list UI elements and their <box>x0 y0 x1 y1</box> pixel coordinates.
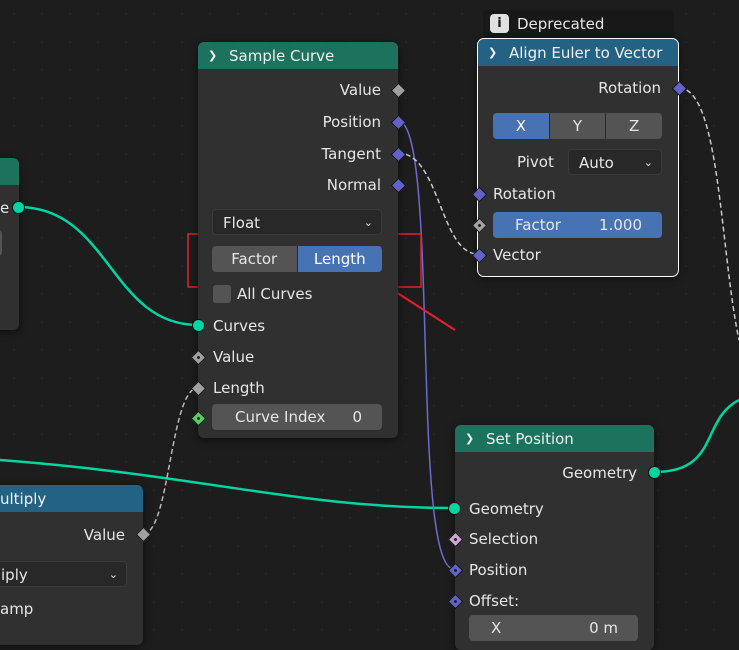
set-position-node[interactable]: ❯ Set Position Geometry Geometry Selecti… <box>455 425 654 650</box>
all-curves-checkbox[interactable] <box>213 285 231 303</box>
input-curves-socket[interactable] <box>192 319 205 332</box>
mode-selector[interactable]: Factor Length <box>212 246 382 272</box>
sample-curve-title: Sample Curve <box>229 46 335 65</box>
input-offset-label: Offset: <box>469 592 520 610</box>
link-position <box>397 120 455 570</box>
collapse-chevron-icon[interactable]: ❯ <box>488 46 502 59</box>
pivot-label: Pivot <box>517 153 554 171</box>
multiply-header: ultiply <box>0 485 143 512</box>
align-euler-title: Align Euler to Vector <box>509 43 663 62</box>
input-vector-label: Vector <box>493 246 541 264</box>
pivot-value: Auto <box>579 154 614 172</box>
set-position-output-socket[interactable] <box>648 466 661 479</box>
left-node-header <box>0 158 19 185</box>
link-set-position-out <box>653 398 739 474</box>
link-rotation-out <box>678 87 739 341</box>
chevron-down-icon: ⌄ <box>363 216 373 229</box>
multiply-clamp-label: amp <box>0 600 34 618</box>
all-curves-label: All Curves <box>237 285 313 303</box>
input-geometry-label: Geometry <box>469 500 544 518</box>
input-selection-label: Selection <box>469 530 539 548</box>
output-normal-label: Normal <box>326 176 381 194</box>
set-position-header[interactable]: ❯ Set Position <box>455 425 654 452</box>
multiply-node[interactable]: ultiply Value iply ⌄ amp <box>0 485 143 645</box>
chevron-down-icon: ⌄ <box>643 156 653 169</box>
factor-label: Factor <box>515 216 561 234</box>
link-tangent-vector <box>397 152 479 255</box>
mode-length-button[interactable]: Length <box>297 246 382 272</box>
axis-y-button[interactable]: Y <box>549 113 607 139</box>
mode-factor-button[interactable]: Factor <box>212 246 298 272</box>
left-partial-node[interactable]: e <box>0 158 19 330</box>
pivot-dropdown[interactable]: Auto ⌄ <box>568 149 662 175</box>
input-rotation-label: Rotation <box>493 185 556 203</box>
data-type-value: Float <box>223 214 261 232</box>
set-position-title: Set Position <box>486 429 574 448</box>
output-geometry-label: Geometry <box>562 464 637 482</box>
output-value-label: Value <box>339 81 381 99</box>
collapse-chevron-icon[interactable]: ❯ <box>465 432 479 445</box>
deprecated-tooltip: i Deprecated <box>483 10 674 38</box>
info-icon: i <box>490 14 509 33</box>
left-node-field[interactable] <box>0 230 2 256</box>
offset-x-field[interactable]: X 0 m <box>469 615 638 641</box>
input-curves-label: Curves <box>213 317 266 335</box>
input-value-label: Value <box>213 348 255 366</box>
sample-curve-header[interactable]: ❯ Sample Curve <box>198 42 398 69</box>
curve-index-label: Curve Index <box>235 408 326 426</box>
collapse-chevron-icon[interactable]: ❯ <box>208 49 222 62</box>
multiply-title: ultiply <box>0 489 47 508</box>
axis-x-button[interactable]: X <box>493 113 550 139</box>
curve-index-field[interactable]: Curve Index 0 <box>212 404 382 430</box>
output-position-label: Position <box>322 113 381 131</box>
factor-value: 1.000 <box>599 216 642 234</box>
curve-index-value: 0 <box>352 408 362 426</box>
axis-z-button[interactable]: Z <box>606 113 662 139</box>
input-position-label: Position <box>469 561 528 579</box>
align-euler-node[interactable]: ❯ Align Euler to Vector Rotation X Y Z P… <box>477 38 679 277</box>
output-rotation-label: Rotation <box>598 79 661 97</box>
multiply-output-label: Value <box>83 526 125 544</box>
align-euler-header[interactable]: ❯ Align Euler to Vector <box>478 39 678 66</box>
link-value-length <box>142 387 199 535</box>
sample-curve-node[interactable]: ❯ Sample Curve Value Position Tangent No… <box>198 42 398 438</box>
factor-field[interactable]: Factor 1.000 <box>493 212 662 238</box>
axis-selector[interactable]: X Y Z <box>493 113 662 139</box>
left-node-output-socket[interactable] <box>12 201 25 214</box>
set-position-input-geometry-socket[interactable] <box>448 502 461 515</box>
offset-x-label: X <box>491 619 502 637</box>
link-curves <box>17 205 199 327</box>
multiply-operation-value: iply <box>1 566 28 584</box>
output-tangent-label: Tangent <box>321 145 381 163</box>
data-type-dropdown[interactable]: Float ⌄ <box>212 209 382 235</box>
multiply-operation-dropdown[interactable]: iply ⌄ <box>0 561 127 587</box>
deprecated-label: Deprecated <box>517 15 605 33</box>
input-length-label: Length <box>213 379 265 397</box>
offset-x-value: 0 m <box>589 619 618 637</box>
left-node-socket-label: e <box>0 199 10 217</box>
chevron-down-icon: ⌄ <box>108 568 118 581</box>
